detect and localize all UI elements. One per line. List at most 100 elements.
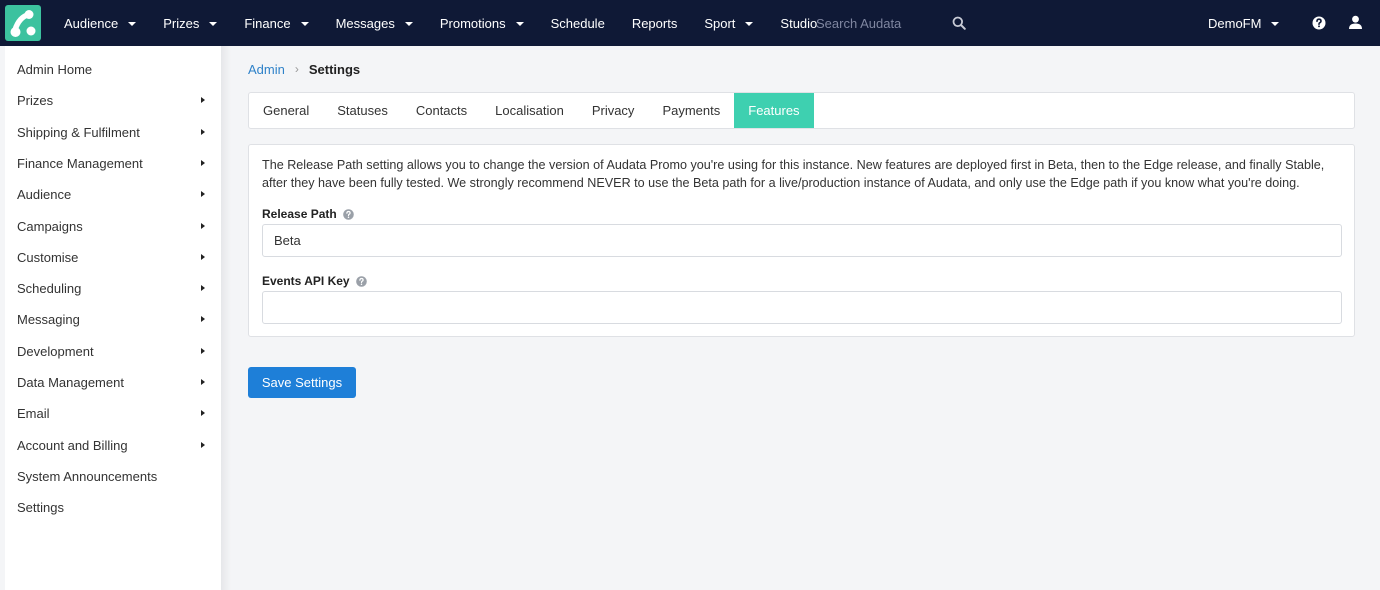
sidebar-item-label: Account and Billing [17,437,128,453]
sidebar-item-messaging[interactable]: Messaging [5,304,221,335]
nav-item-promotions[interactable]: Promotions [440,16,524,31]
nav-item-label: Audience [64,15,119,31]
nav-item-studio[interactable]: Studio [780,16,817,31]
settings-tabs: General Statuses Contacts Localisation Priva… [248,92,1355,129]
account-menu[interactable]: DemoFM [1208,0,1280,46]
breadcrumb: Admin › Settings [248,60,360,78]
chevron-right-icon [201,159,205,166]
audata-logo-icon[interactable] [5,5,41,41]
chevron-down-icon [209,21,218,26]
chevron-down-icon [128,21,137,26]
nav-item-finance[interactable]: Finance [244,15,309,31]
nav-item-schedule[interactable]: Schedule [551,16,605,31]
sidebar-item-label: Shipping & Fulfilment [17,124,140,140]
chevron-right-icon [201,379,205,385]
tab-features[interactable]: Features [734,93,814,128]
sidebar-item-label: Audience [17,187,72,203]
nav-item-label: Finance [244,15,291,31]
breadcrumb-separator: › [294,62,299,76]
sidebar-item-label: Prizes [17,93,54,109]
chevron-right-icon [201,128,205,135]
nav-item-audience[interactable]: Audience [64,15,137,31]
chevron-right-icon [201,410,205,417]
release-path-label: Release Path [262,207,354,221]
nav-item-label: Promotions [439,15,506,31]
nav-item-messages[interactable]: Messages [336,16,413,31]
sidebar-item-settings[interactable]: Settings [5,492,221,523]
search-input[interactable] [816,15,936,31]
sidebar-item-data-management[interactable]: Data Management [5,367,221,398]
sidebar-item-prizes[interactable]: Prizes [5,85,221,116]
sidebar-item-audience[interactable]: Audience [5,179,221,210]
sidebar-item-shipping-fulfilment[interactable]: Shipping & Fulfilment [5,117,221,148]
nav-item-label: Schedule [550,15,605,31]
question-icon[interactable] [355,275,367,287]
tab-contacts[interactable]: Contacts [402,93,481,128]
tab-privacy[interactable]: Privacy [578,93,649,128]
sidebar-item-label: Customise [17,249,79,265]
chevron-right-icon [201,285,205,292]
tab-localisation[interactable]: Localisation [481,93,578,128]
sidebar-item-system-announcements[interactable]: System Announcements [5,461,221,492]
user-icon[interactable] [1348,15,1363,30]
sidebar-item-label: Data Management [17,375,124,390]
chevron-right-icon [201,316,205,323]
release-path-field[interactable] [262,224,1342,257]
sidebar-item-account-and-billing[interactable]: Account and Billing [5,430,221,461]
chevron-right-icon [201,253,205,260]
events-api-key-field[interactable] [262,291,1342,324]
nav-item-label: Prizes [163,15,200,31]
chevron-down-icon [515,21,524,26]
sidebar-item-development[interactable]: Development [5,336,221,367]
sidebar-item-label: Development [17,343,94,359]
sidebar-item-label: Admin Home [17,62,93,77]
events-api-key-label-text: Events API Key [262,274,350,288]
sidebar-item-label: Finance Management [17,155,143,171]
tab-general[interactable]: General [249,93,323,128]
chevron-right-icon [201,97,205,104]
breadcrumb-admin-link[interactable]: Admin [248,62,285,77]
nav-item-sport[interactable]: Sport [704,15,754,31]
nav-item-label: Studio [780,15,818,31]
question-icon[interactable] [342,208,354,220]
search-icon[interactable] [952,16,966,30]
sidebar-item-label: System Announcements [17,468,158,484]
sidebar-divider [221,46,231,590]
sidebar-item-customise[interactable]: Customise [5,242,221,273]
chevron-down-icon [300,21,309,26]
events-api-key-label: Events API Key [262,274,367,288]
release-path-label-text: Release Path [262,207,337,221]
chevron-down-icon [745,21,754,26]
chevron-right-icon [201,222,205,229]
sidebar-item-label: Scheduling [17,281,82,297]
top-navbar: Audience Prizes Finance Messages Promotions S… [0,0,1380,46]
features-panel: The Release Path setting allows you to c… [248,144,1355,337]
account-name: DemoFM [1208,15,1262,31]
chevron-down-icon [1271,21,1280,26]
release-path-description: The Release Path setting allows you to c… [262,158,1325,190]
sidebar-item-email[interactable]: Email [5,398,221,429]
save-settings-button[interactable]: Save Settings [248,367,356,398]
sidebar-item-label: Email [17,406,50,422]
page-title: Settings [308,61,361,77]
nav-item-reports[interactable]: Reports [632,16,678,31]
global-search [816,0,936,46]
help-icon[interactable] [1312,16,1326,30]
sidebar-item-campaigns[interactable]: Campaigns [5,211,221,242]
chevron-right-icon [201,347,205,354]
nav-item-label: Messages [335,15,395,31]
admin-sidebar: Admin Home Prizes Shipping & Fulfilment Fin… [5,46,221,590]
nav-item-label: Reports [631,15,678,31]
tab-payments[interactable]: Payments [648,93,734,128]
nav-item-label: Sport [704,15,736,31]
tab-statuses[interactable]: Statuses [323,93,402,128]
chevron-right-icon [201,441,205,448]
sidebar-item-admin-home[interactable]: Admin Home [5,54,221,85]
sidebar-item-label: Campaigns [17,218,83,234]
sidebar-item-finance-management[interactable]: Finance Management [5,148,221,179]
main-menu: Audience Prizes Finance Messages Promotions S… [64,0,844,46]
sidebar-item-scheduling[interactable]: Scheduling [5,273,221,304]
nav-item-prizes[interactable]: Prizes [163,15,218,31]
sidebar-item-label: Messaging [17,312,80,328]
sidebar-item-label: Settings [17,500,64,516]
